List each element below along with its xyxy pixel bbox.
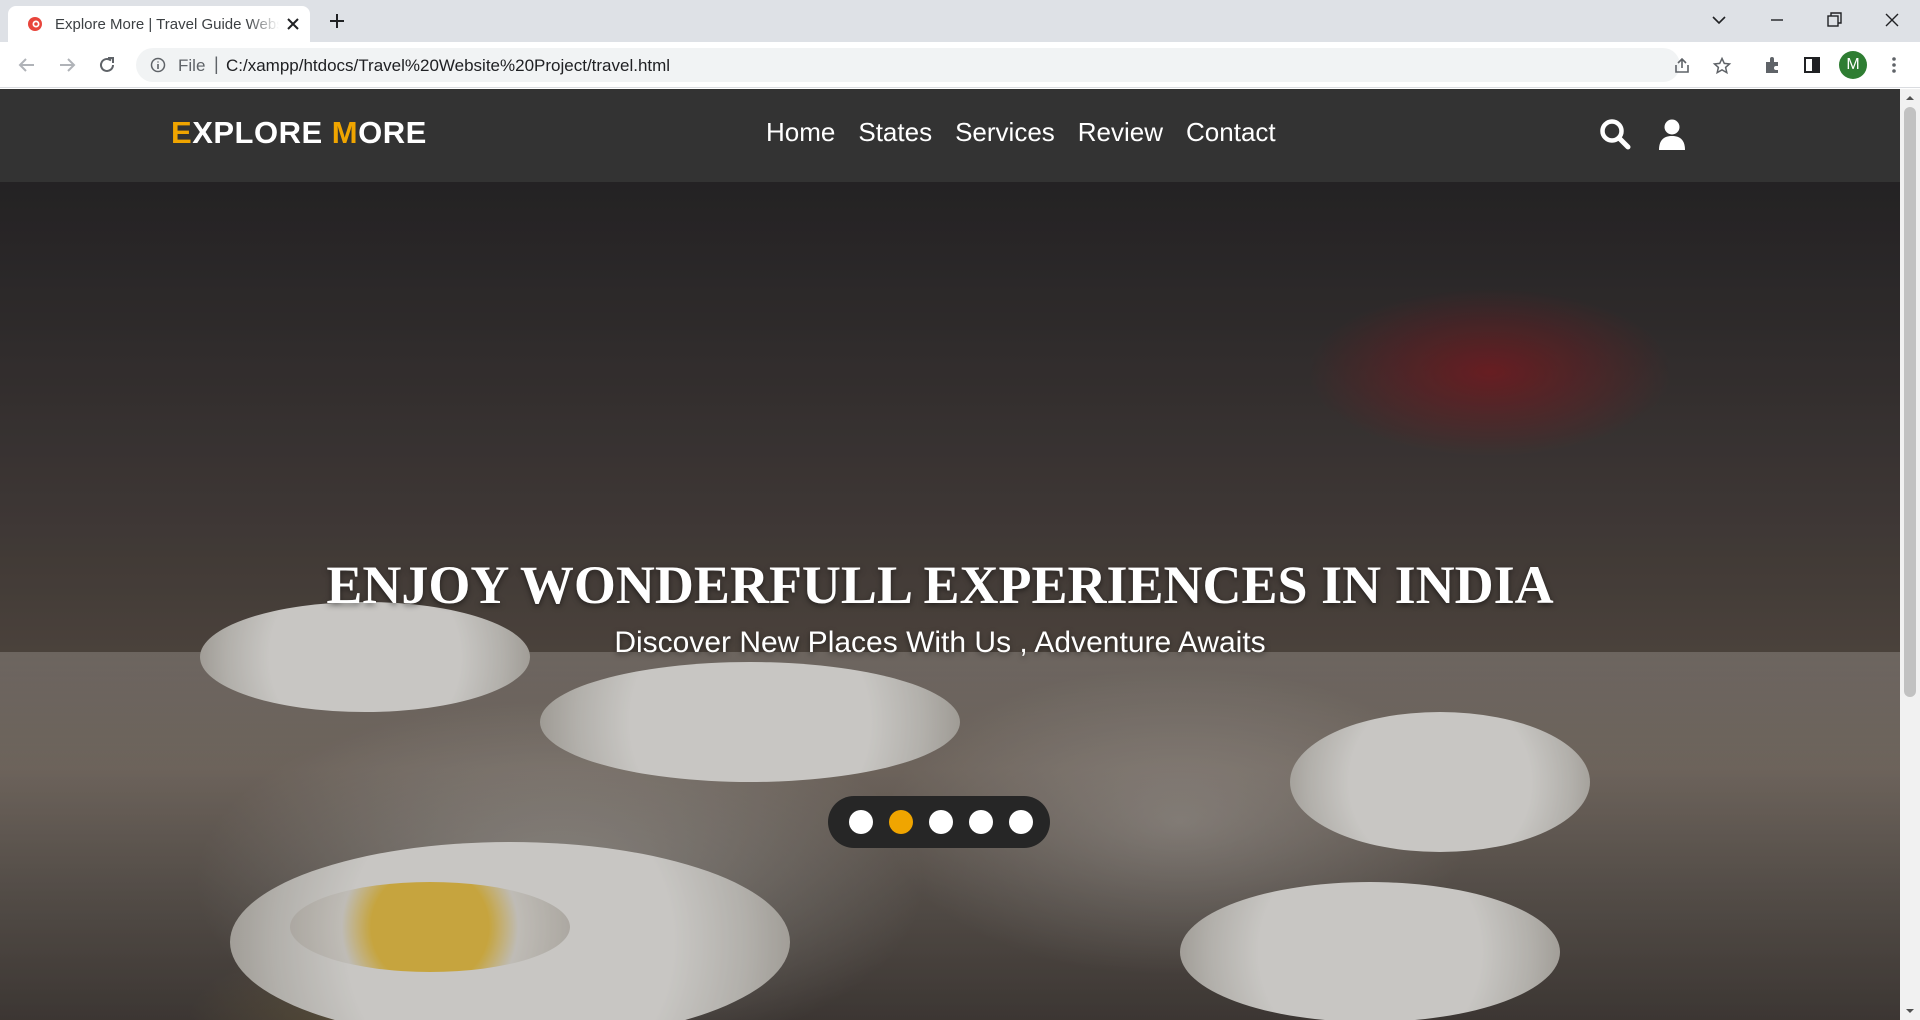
nav-link-services[interactable]: Services (955, 117, 1055, 148)
browser-tab[interactable]: Explore More | Travel Guide Website (8, 6, 310, 42)
logo-letter-m: M (331, 115, 359, 150)
slider-dot-4[interactable] (969, 810, 993, 834)
slider-dot-2[interactable] (889, 810, 913, 834)
page-scrollbar[interactable] (1900, 89, 1920, 1020)
slider-dot-3[interactable] (929, 810, 953, 834)
share-icon[interactable] (1672, 56, 1692, 76)
profile-avatar[interactable]: M (1839, 51, 1867, 79)
browser-toolbar: File | C:/xampp/htdocs/Travel%20Website%… (0, 42, 1920, 88)
tab-title: Explore More | Travel Guide Website (55, 16, 279, 33)
site-info-icon[interactable] (150, 57, 166, 73)
address-bar[interactable]: File | C:/xampp/htdocs/Travel%20Website%… (136, 48, 1732, 82)
url-scheme: File (178, 56, 206, 75)
slider-controls (828, 796, 1050, 848)
web-page: EXPLORE MORE Home States Services Review… (0, 89, 1900, 1020)
search-icon[interactable] (1598, 117, 1632, 151)
favicon-icon (28, 17, 42, 31)
scrollbar-thumb[interactable] (1904, 107, 1916, 697)
url-text[interactable]: C:/xampp/htdocs/Travel%20Website%20Proje… (226, 56, 670, 76)
logo-letter-e: E (171, 115, 193, 150)
extensions-icon[interactable] (1762, 54, 1784, 76)
close-window-icon[interactable] (1881, 9, 1903, 31)
nav-link-contact[interactable]: Contact (1186, 117, 1276, 148)
restore-icon[interactable] (1823, 9, 1845, 31)
main-nav: Home States Services Review Contact (766, 117, 1276, 148)
close-tab-icon[interactable] (286, 17, 300, 31)
logo-text-ore: ORE (358, 115, 427, 150)
site-navbar: EXPLORE MORE Home States Services Review… (0, 89, 1900, 182)
slider-dot-5[interactable] (1009, 810, 1033, 834)
new-tab-icon[interactable] (326, 10, 348, 32)
bookmark-star-icon[interactable] (1712, 56, 1732, 76)
url-separator: | (214, 54, 219, 74)
logo-text-xplore: XPLORE (192, 115, 332, 150)
back-icon[interactable] (16, 54, 38, 76)
tab-search-icon[interactable] (1708, 9, 1730, 31)
site-logo[interactable]: EXPLORE MORE (171, 115, 427, 151)
scroll-down-icon[interactable] (1905, 1006, 1915, 1016)
scroll-up-icon[interactable] (1905, 93, 1915, 103)
side-panel-icon[interactable] (1801, 54, 1823, 76)
nav-link-states[interactable]: States (858, 117, 932, 148)
hero-slider: ENJOY WONDERFULL EXPERIENCES IN INDIA Di… (0, 182, 1900, 1020)
forward-icon[interactable] (56, 54, 78, 76)
nav-link-review[interactable]: Review (1078, 117, 1163, 148)
nav-link-home[interactable]: Home (766, 117, 835, 148)
reload-icon[interactable] (96, 54, 118, 76)
hero-subtitle: Discover New Places With Us , Adventure … (614, 626, 1266, 659)
browser-tab-strip: Explore More | Travel Guide Website (0, 0, 1920, 42)
user-icon[interactable] (1655, 117, 1689, 151)
menu-kebab-icon[interactable] (1883, 54, 1905, 76)
minimize-icon[interactable] (1766, 9, 1788, 31)
slider-dot-1[interactable] (849, 810, 873, 834)
hero-title: ENJOY WONDERFULL EXPERIENCES IN INDIA (326, 555, 1554, 615)
